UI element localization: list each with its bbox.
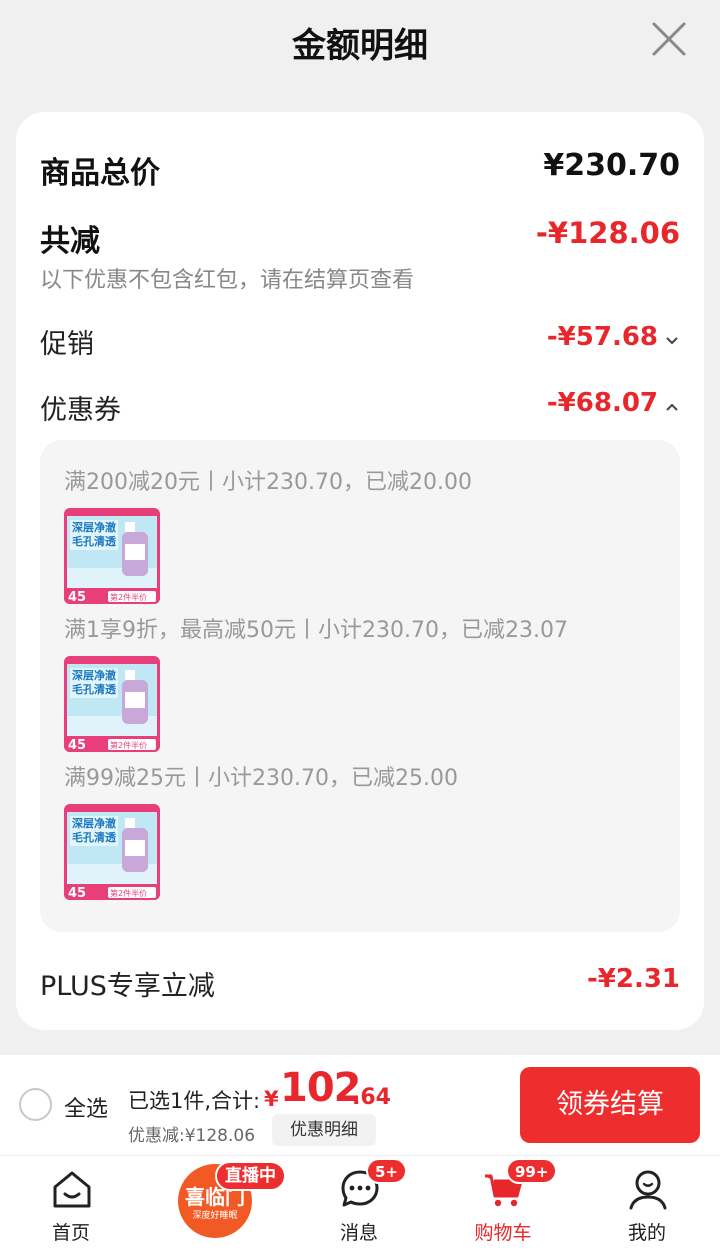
tab-messages-label: 消息	[339, 1222, 378, 1244]
tab-home[interactable]: 首页	[16, 1156, 126, 1255]
coupon-value-group[interactable]: -¥68.07	[547, 388, 680, 418]
thumb-price: 45	[68, 590, 86, 604]
cart-badge: 99+	[506, 1158, 558, 1184]
plus-row: PLUS专享立减 -¥2.31	[40, 964, 680, 1004]
checkout-bar: 全选 已选1件,合计: ¥ 102 .64 优惠减:¥128.06 优惠明细 领…	[0, 1055, 720, 1155]
coupon-row[interactable]: 优惠券 -¥68.07	[40, 388, 680, 428]
thumb-headline-1: 深层净澈	[72, 520, 116, 534]
reduce-note: 以下优惠不包含红包，请在结算页查看	[40, 268, 415, 293]
promo-row[interactable]: 促销 -¥57.68	[40, 322, 680, 362]
coupon-line: 满99减25元丨小计230.70，已减25.00	[64, 766, 458, 791]
product-image: 深层净澈 毛孔清透 45 第2件半价	[64, 508, 160, 604]
product-image: 深层净澈 毛孔清透 45 第2件半价	[64, 804, 160, 900]
thumb-promo: 第2件半价	[110, 740, 147, 750]
thumb-headline-2: 毛孔清透	[72, 682, 117, 696]
thumb-headline-2: 毛孔清透	[72, 830, 117, 844]
profile-icon	[629, 1170, 667, 1210]
price-symbol: ¥	[264, 1087, 279, 1111]
header: 金额明细	[0, 0, 720, 90]
tab-home-label: 首页	[51, 1222, 90, 1244]
coupon-label: 优惠券	[40, 395, 121, 426]
tab-profile-label: 我的	[627, 1222, 666, 1244]
promo-value: -¥57.68	[546, 322, 658, 352]
tab-cart[interactable]: 99+ 购物车	[448, 1156, 558, 1255]
select-all-label[interactable]: 全选	[64, 1091, 108, 1123]
chevron-down-icon[interactable]	[664, 334, 680, 348]
reduce-value: -¥128.06	[535, 216, 680, 250]
checkout-button[interactable]: 领券结算	[520, 1067, 700, 1143]
product-thumbnail[interactable]: 深层净澈 毛孔清透 45 第2件半价	[64, 508, 160, 604]
product-thumbnail[interactable]: 深层净澈 毛孔清透 45 第2件半价	[64, 656, 160, 752]
thumb-promo: 第2件半价	[110, 592, 147, 602]
thumb-headline-1: 深层净澈	[72, 668, 116, 682]
thumb-headline-1: 深层净澈	[72, 816, 116, 830]
selected-count-text: 已选1件,合计:	[128, 1089, 261, 1113]
price-decimal: .64	[352, 1085, 391, 1110]
total-label: 商品总价	[40, 156, 160, 191]
product-image: 深层净澈 毛孔清透 45 第2件半价	[64, 656, 160, 752]
thumb-headline-2: 毛孔清透	[72, 534, 117, 548]
bottom-tab-bar: 首页 喜临门 深度好睡眠 直播中 5+ 消息 99+ 购物车 我的	[0, 1155, 720, 1255]
plus-label: PLUS专享立减	[40, 971, 215, 1002]
live-badge: 直播中	[215, 1161, 286, 1191]
tab-cart-label: 购物车	[474, 1222, 532, 1244]
messages-badge: 5+	[366, 1158, 408, 1184]
coupon-line: 满1享9折，最高减50元丨小计230.70，已减23.07	[64, 618, 568, 643]
thumb-price: 45	[68, 738, 86, 752]
chevron-up-icon[interactable]	[664, 400, 680, 414]
coupon-line: 满200减20元丨小计230.70，已减20.00	[64, 470, 472, 495]
product-thumbnail[interactable]: 深层净澈 毛孔清透 45 第2件半价	[64, 804, 160, 900]
coupon-breakdown: 满200减20元丨小计230.70，已减20.00 深层净澈 毛孔清透 45 第…	[40, 440, 680, 932]
close-button[interactable]	[648, 18, 690, 60]
price-integer: 102	[280, 1065, 361, 1111]
thumb-promo: 第2件半价	[110, 888, 147, 898]
amount-detail-card: 商品总价 ¥230.70 共减 -¥128.06 以下优惠不包含红包，请在结算页…	[16, 112, 704, 1030]
discount-detail-button[interactable]: 优惠明细	[272, 1114, 376, 1146]
total-row: 商品总价 ¥230.70	[40, 148, 680, 191]
reduce-label: 共减	[40, 224, 100, 259]
discount-text: 优惠减:¥128.06	[128, 1126, 256, 1146]
plus-value: -¥2.31	[586, 964, 680, 994]
total-value: ¥230.70	[543, 148, 680, 183]
page-title: 金额明细	[292, 26, 428, 66]
tab-messages[interactable]: 5+ 消息	[304, 1156, 414, 1255]
reduce-row: 共减 -¥128.06	[40, 216, 680, 259]
coupon-value: -¥68.07	[546, 388, 658, 418]
thumb-price: 45	[68, 886, 86, 900]
live-logo-sub: 深度好睡眠	[192, 1211, 238, 1221]
select-all-radio[interactable]	[19, 1088, 52, 1121]
tab-profile[interactable]: 我的	[592, 1156, 702, 1255]
home-icon	[53, 1171, 91, 1208]
close-icon[interactable]	[648, 18, 690, 60]
promo-label: 促销	[40, 329, 94, 360]
promo-value-group[interactable]: -¥57.68	[547, 322, 680, 352]
